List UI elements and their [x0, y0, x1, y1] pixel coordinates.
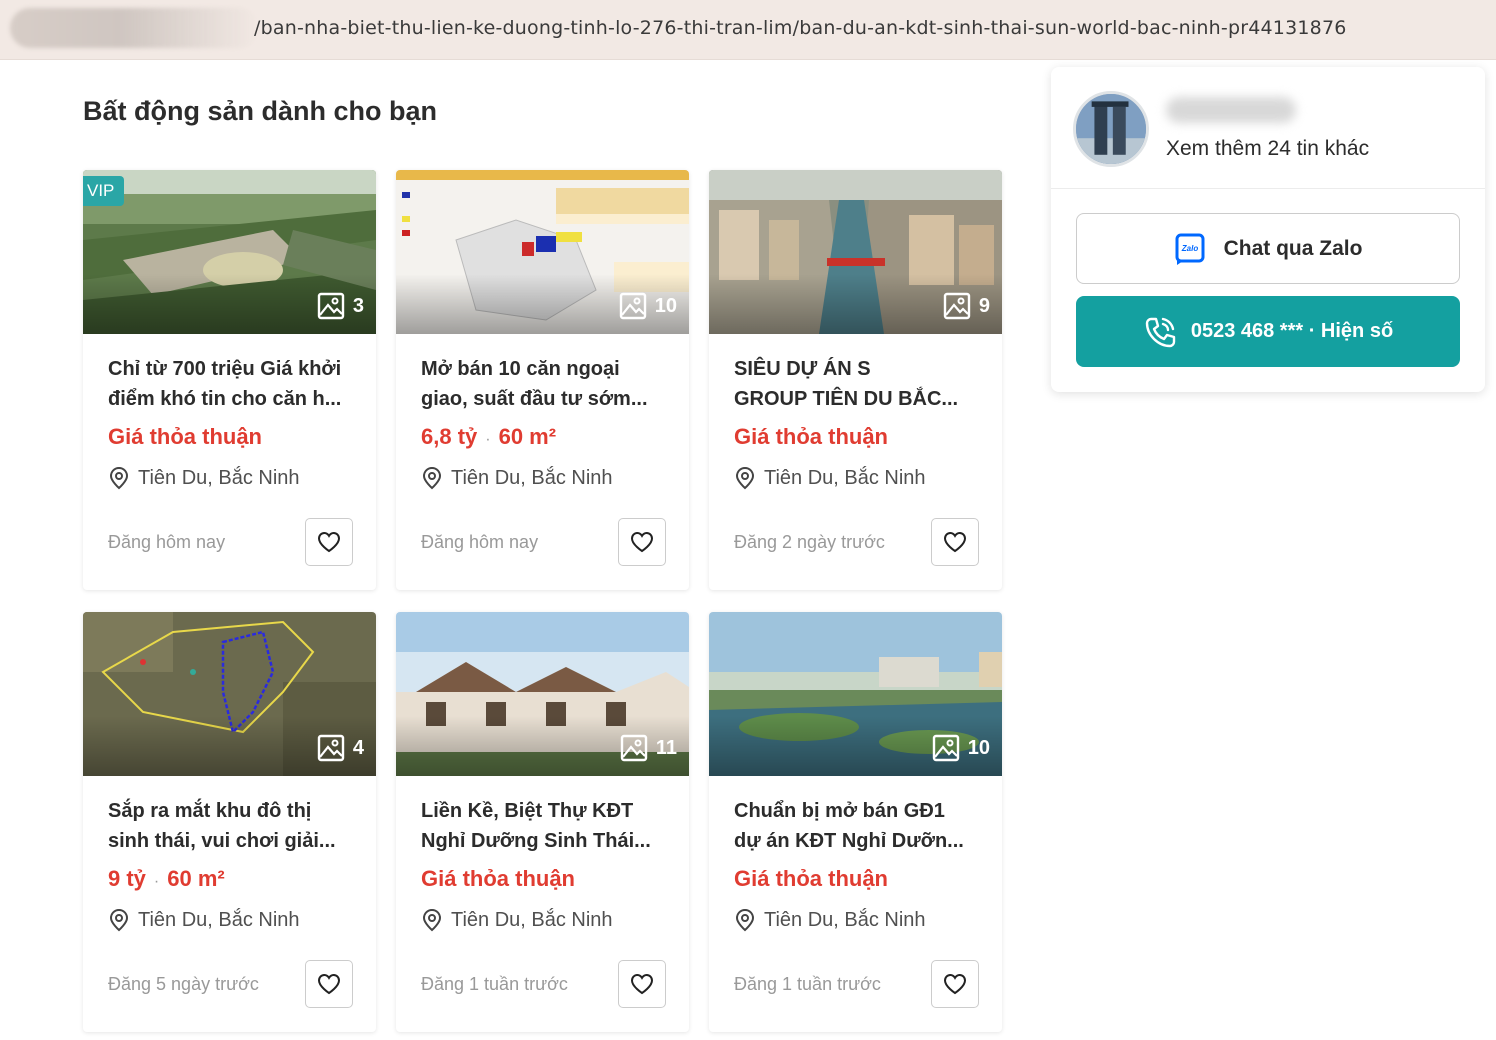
image-icon — [620, 734, 648, 762]
photo-count-value: 9 — [978, 294, 990, 317]
chat-zalo-button[interactable]: Zalo Chat qua Zalo — [1076, 213, 1460, 284]
agent-name-blurred[interactable] — [1166, 97, 1296, 123]
section-title: Bất động sản dành cho bạn — [83, 96, 438, 126]
listing-image[interactable]: VIP 3 — [83, 170, 376, 334]
listing-title[interactable]: SIÊU DỰ ÁN S GROUP TIÊN DU BẮC... — [734, 354, 984, 414]
avatar-photo — [1076, 94, 1146, 164]
image-icon — [619, 292, 646, 320]
photo-count: 10 — [619, 292, 677, 320]
photo-count-value: 4 — [352, 736, 364, 759]
location-pin-icon — [422, 908, 442, 932]
phone-number-label: 0523 468 *** · Hiện số — [1190, 320, 1394, 342]
listing-card[interactable]: 4 Sắp ra mắt khu đô thị sinh thái, vui c… — [83, 612, 376, 1032]
image-icon — [932, 734, 959, 762]
save-favorite-button[interactable] — [305, 960, 353, 1008]
save-favorite-button[interactable] — [931, 518, 979, 566]
listing-posted-date: Đăng hôm nay — [108, 532, 226, 552]
listing-location: Tiên Du, Bắc Ninh — [421, 466, 613, 490]
image-icon — [943, 292, 971, 320]
listing-card[interactable]: VIP 3 Chỉ từ 700 triệu Giá khởi điểm khó… — [83, 170, 376, 590]
image-icon — [317, 292, 345, 320]
save-favorite-button[interactable] — [305, 518, 353, 566]
photo-count-value: 10 — [654, 294, 677, 317]
listing-posted-date: Đăng hôm nay — [421, 532, 539, 552]
heart-icon — [317, 973, 341, 995]
photo-count: 11 — [620, 734, 677, 762]
listing-price: Giá thỏa thuận — [108, 424, 262, 449]
listing-price: 6,8 tỷ · 60 m² — [421, 424, 557, 449]
phone-icon — [1145, 317, 1176, 347]
zalo-icon-text: Zalo — [1180, 244, 1198, 253]
heart-icon — [317, 531, 341, 553]
save-favorite-button[interactable] — [618, 960, 666, 1008]
blurred-domain — [10, 8, 258, 48]
listing-title[interactable]: Sắp ra mắt khu đô thị sinh thái, vui chơ… — [108, 796, 358, 856]
listing-card[interactable]: 10 Mở bán 10 căn ngoại giao, suất đầu tư… — [396, 170, 689, 590]
listing-posted-date: Đăng 5 ngày trước — [108, 974, 259, 994]
listing-area: 60 m² — [167, 866, 225, 891]
location-pin-icon — [109, 908, 129, 932]
photo-count-value: 11 — [655, 736, 677, 759]
heart-icon — [943, 973, 967, 995]
vip-badge: VIP — [83, 176, 125, 206]
location-pin-icon — [109, 466, 129, 490]
listing-title[interactable]: Liền Kề, Biệt Thự KĐT Nghỉ Dưỡng Sinh Th… — [421, 796, 671, 856]
listing-image[interactable]: 11 — [396, 612, 689, 776]
listing-image[interactable]: 4 — [83, 612, 376, 776]
location-pin-icon — [422, 466, 442, 490]
photo-count: 10 — [932, 734, 990, 762]
location-pin-icon — [735, 908, 755, 932]
photo-count: 3 — [317, 292, 364, 320]
listing-card[interactable]: 11 Liền Kề, Biệt Thự KĐT Nghỉ Dưỡng Sinh… — [396, 612, 689, 1032]
save-favorite-button[interactable] — [618, 518, 666, 566]
avatar[interactable] — [1073, 91, 1149, 167]
listing-area: 60 m² — [498, 424, 557, 449]
chat-zalo-label: Chat qua Zalo — [1223, 236, 1363, 260]
listing-price: Giá thỏa thuận — [734, 866, 888, 891]
listing-price: Giá thỏa thuận — [734, 424, 888, 449]
listing-location: Tiên Du, Bắc Ninh — [108, 908, 300, 932]
listing-title[interactable]: Chuẩn bị mở bán GĐ1 dự án KĐT Nghỉ Dưỡn.… — [734, 796, 984, 856]
listing-location: Tiên Du, Bắc Ninh — [108, 466, 300, 490]
listing-title[interactable]: Chỉ từ 700 triệu Giá khởi điểm khó tin c… — [108, 354, 358, 414]
agent-contact-panel: Xem thêm 24 tin khác Zalo Chat qua Zalo … — [1051, 67, 1485, 392]
listing-price: 9 tỷ · 60 m² — [108, 866, 225, 891]
photo-count: 4 — [317, 734, 364, 762]
listing-price: Giá thỏa thuận — [421, 866, 575, 891]
listing-image[interactable]: 10 — [396, 170, 689, 334]
listing-posted-date: Đăng 1 tuần trước — [421, 974, 568, 994]
listing-location: Tiên Du, Bắc Ninh — [734, 908, 926, 932]
image-icon — [317, 734, 345, 762]
photo-count-value: 3 — [352, 294, 364, 317]
save-favorite-button[interactable] — [931, 960, 979, 1008]
heart-icon — [630, 973, 654, 995]
listing-posted-date: Đăng 1 tuần trước — [734, 974, 881, 994]
url-path[interactable]: /ban-nha-biet-thu-lien-ke-duong-tinh-lo-… — [254, 17, 1347, 39]
location-pin-icon — [735, 466, 755, 490]
listing-card[interactable]: 9 SIÊU DỰ ÁN S GROUP TIÊN DU BẮC... Giá … — [709, 170, 1002, 590]
show-phone-button[interactable]: 0523 468 *** · Hiện số — [1076, 296, 1460, 367]
divider — [1051, 188, 1485, 189]
heart-icon — [630, 531, 654, 553]
zalo-icon: Zalo — [1175, 233, 1205, 265]
heart-icon — [943, 531, 967, 553]
listing-image[interactable]: 9 — [709, 170, 1002, 334]
more-listings-link[interactable]: Xem thêm 24 tin khác — [1166, 137, 1369, 161]
listing-title[interactable]: Mở bán 10 căn ngoại giao, suất đầu tư sớ… — [421, 354, 671, 414]
listing-location: Tiên Du, Bắc Ninh — [421, 908, 613, 932]
address-bar[interactable]: /ban-nha-biet-thu-lien-ke-duong-tinh-lo-… — [0, 0, 1496, 60]
listing-image[interactable]: 10 — [709, 612, 1002, 776]
listing-posted-date: Đăng 2 ngày trước — [734, 532, 885, 552]
photo-count: 9 — [943, 292, 990, 320]
listing-location: Tiên Du, Bắc Ninh — [734, 466, 926, 490]
photo-count-value: 10 — [967, 736, 990, 759]
listing-card[interactable]: 10 Chuẩn bị mở bán GĐ1 dự án KĐT Nghỉ Dư… — [709, 612, 1002, 1032]
